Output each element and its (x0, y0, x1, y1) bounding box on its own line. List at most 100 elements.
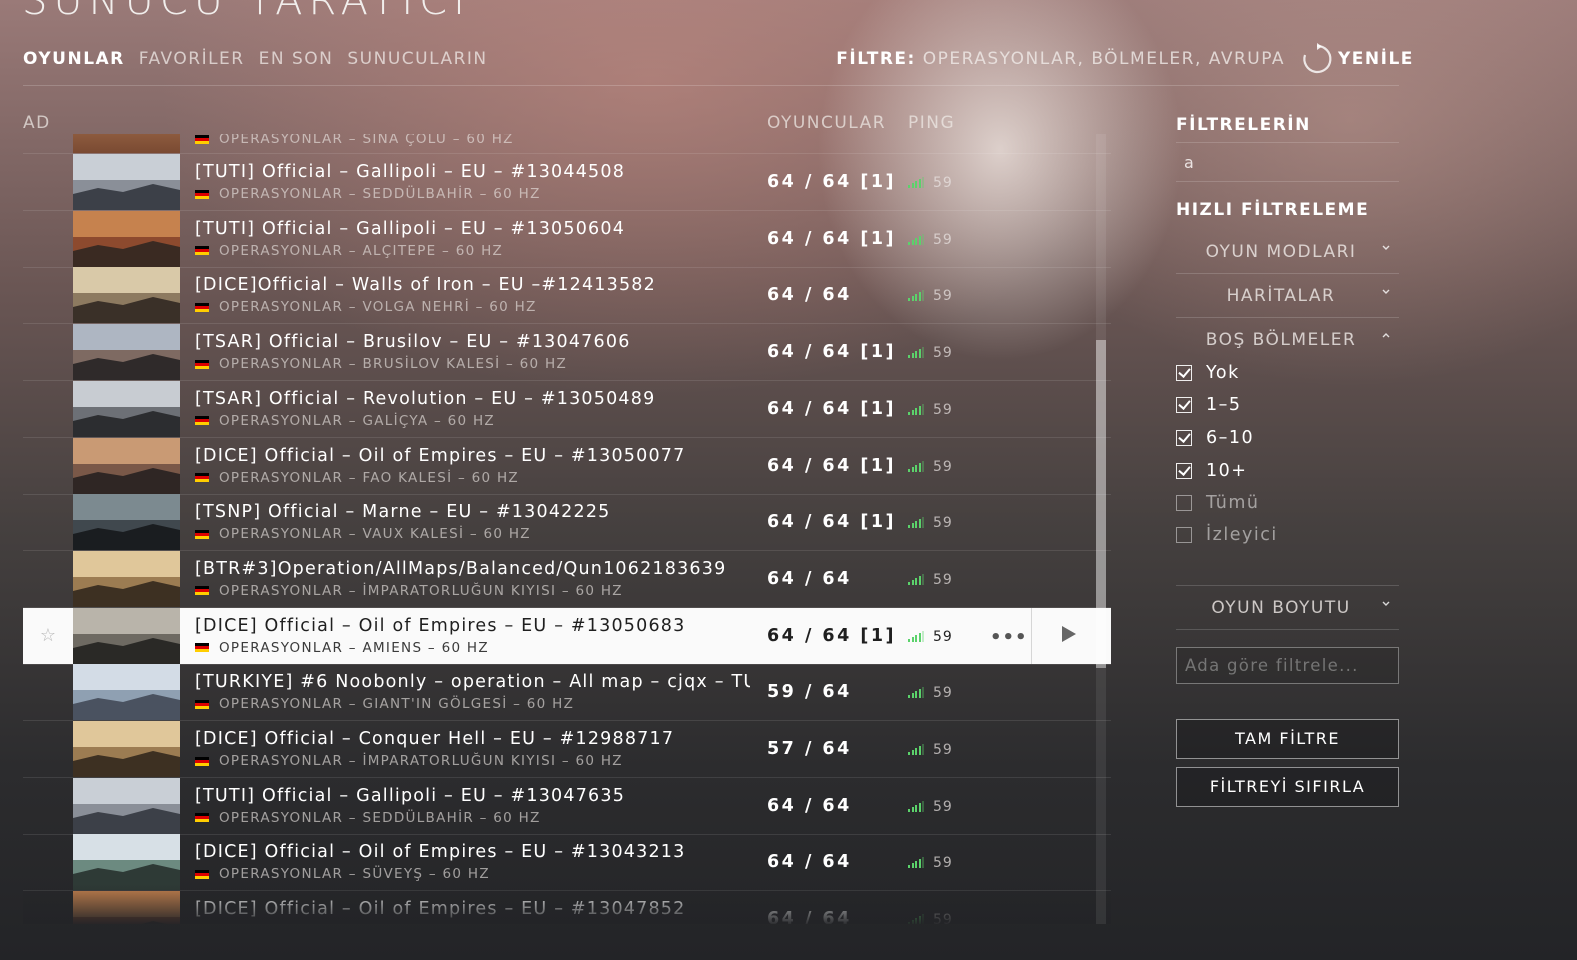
player-count: 64 / 64 [1] (767, 342, 897, 363)
server-name: [DICE] Official – Oil of Empires – EU – … (195, 615, 686, 636)
map-thumbnail (73, 607, 180, 664)
signal-bar (911, 353, 914, 359)
map-thumbnail (73, 324, 180, 381)
signal-bar (915, 804, 917, 812)
server-name: [TSNP] Official – Marne – EU – #13042225 (195, 502, 611, 523)
server-tickrate: 60 HZ (575, 753, 623, 769)
signal-bar (915, 634, 917, 642)
server-row[interactable]: [DICE] Official – Oil of Empires – EU – … (23, 437, 1111, 495)
section-game-modes[interactable]: OYUN MODLARI (1176, 230, 1399, 273)
ping-value: 59 (933, 685, 953, 702)
checkbox-spectator[interactable]: İzleyici (1176, 525, 1278, 545)
signal-bar (908, 808, 910, 812)
server-row[interactable]: [TUTI] Official – Gallipoli – EU – #1304… (23, 777, 1111, 835)
header-divider (23, 85, 1399, 86)
germany-flag-icon (195, 643, 209, 653)
tab-recent[interactable]: EN SON (259, 49, 334, 69)
server-row[interactable]: [TUTI] Official – Gallipoli – EU – #1304… (23, 154, 1111, 211)
more-options-icon[interactable]: ••• (990, 627, 1028, 648)
player-count: 64 / 64 [1] (767, 398, 897, 419)
germany-flag-icon (195, 869, 209, 879)
ping-cell: 59 (908, 459, 953, 475)
reset-filter-button[interactable]: FİLTREYİ SIFIRLA (1176, 767, 1399, 807)
player-count: 57 / 64 (767, 739, 852, 759)
signal-bar (922, 630, 924, 642)
germany-flag-icon (195, 302, 209, 312)
checkbox-10-plus[interactable]: 10+ (1176, 461, 1247, 481)
server-row-selected[interactable]: ☆ [DICE] Official – Oil of Empires – EU –… (23, 607, 1111, 665)
tab-your-servers[interactable]: SUNUCULARIN (347, 49, 487, 69)
divider (1176, 629, 1399, 630)
server-row[interactable]: [TSAR] Official – Brusilov – EU – #13047… (23, 324, 1111, 382)
ping-value: 59 (933, 855, 953, 872)
ping-cell: 59 (908, 742, 953, 758)
server-subtitle: OPERASYONLAR – SÜVEYŞ – 60 HZ (195, 866, 490, 882)
checkbox-checked-icon (1176, 463, 1192, 479)
tab-favorites[interactable]: FAVORİLER (139, 49, 245, 69)
ping-cell: 59 (908, 799, 953, 815)
scrollbar-thumb[interactable] (1096, 340, 1106, 668)
server-map: GALİÇYA (362, 412, 429, 429)
signal-bar (915, 351, 917, 359)
germany-flag-icon (195, 756, 209, 766)
refresh-button[interactable]: YENİLE (1300, 42, 1414, 76)
current-filter-query[interactable]: a (1184, 153, 1194, 172)
section-label: HARİTALAR (1226, 286, 1336, 306)
checkbox-none[interactable]: Yok (1176, 363, 1240, 383)
checkbox-6-10[interactable]: 6–10 (1176, 428, 1254, 448)
browser-tabs: OYUNLAR FAVORİLER EN SON SUNUCULARIN (23, 49, 488, 69)
server-row[interactable]: [BTR#3]Operation/AllMaps/Balanced/Qun106… (23, 550, 1111, 608)
refresh-icon (1303, 43, 1332, 74)
signal-bar (915, 464, 917, 472)
map-thumbnail (73, 550, 180, 607)
section-game-size[interactable]: OYUN BOYUTU (1176, 586, 1399, 629)
server-row[interactable]: [DICE] Official – Oil of Empires – EU – … (23, 834, 1111, 892)
signal-bar (922, 517, 924, 529)
server-mode: OPERASYONLAR (219, 412, 344, 429)
full-filter-button[interactable]: TAM FİLTRE (1176, 719, 1399, 759)
germany-flag-icon (195, 586, 209, 596)
ping-cell: 59 (908, 232, 953, 248)
server-map: İMPARATORLUĞUN KIYISI (362, 582, 557, 599)
signal-bar (915, 407, 917, 415)
server-name: [DICE] Official – Conquer Hell – EU – #1… (195, 729, 675, 749)
server-row[interactable]: [DICE] Official – Oil of Empires – EU – … (23, 891, 1111, 924)
server-row[interactable]: [DICE] Official – Conquer Hell – EU – #1… (23, 721, 1111, 778)
signal-bar (918, 689, 921, 699)
signal-strength-icon (908, 347, 924, 359)
signal-strength-icon (908, 517, 924, 529)
server-tickrate: 60 HZ (493, 186, 541, 202)
server-tickrate: 60 HZ (483, 526, 531, 543)
server-mode: OPERASYONLAR (219, 809, 344, 826)
signal-bar (911, 239, 914, 245)
join-play-icon[interactable] (1062, 625, 1076, 642)
section-maps[interactable]: HARİTALAR (1176, 274, 1399, 317)
name-filter-input[interactable] (1176, 647, 1399, 684)
server-name: [TUTI] Official – Gallipoli – EU – #1304… (195, 162, 626, 182)
section-empty-slots[interactable]: BOŞ BÖLMELER (1176, 318, 1399, 361)
map-thumbnail (73, 267, 180, 324)
server-row[interactable]: [TURKIYE] #6 Noobonly – operation – All … (23, 664, 1111, 722)
server-mode: OPERASYONLAR (219, 356, 344, 373)
server-row[interactable]: [TSNP] Official – Marne – EU – #13042225… (23, 494, 1111, 552)
signal-bar (922, 744, 924, 755)
server-subtitle: OPERASYONLAR – GIANT'IN GÖLGESİ – 60 HZ (195, 696, 574, 712)
server-row-partial[interactable]: OPERASYONLAR – SİNA ÇÖLÜ – 60 HZ (23, 134, 1111, 154)
server-row[interactable]: [TSAR] Official – Revolution – EU – #130… (23, 380, 1111, 438)
column-players-header[interactable]: OYUNCULAR (767, 113, 886, 133)
server-row[interactable]: [DICE]Official – Walls of Iron – EU –#12… (23, 267, 1111, 325)
ping-cell: 59 (908, 288, 953, 304)
checkbox-1-5[interactable]: 1–5 (1176, 395, 1242, 415)
signal-bar (911, 750, 914, 755)
tab-games[interactable]: OYUNLAR (23, 49, 125, 69)
signal-bar (908, 695, 910, 699)
server-row[interactable]: [TUTI] Official – Gallipoli – EU – #1305… (23, 210, 1111, 268)
server-map: FAO KALESİ (362, 469, 453, 486)
checkbox-all[interactable]: Tümü (1176, 493, 1260, 513)
server-map: SÜVEYŞ (362, 866, 424, 883)
favorite-star-icon[interactable]: ☆ (23, 607, 73, 664)
column-ping-header[interactable]: PING (908, 113, 955, 133)
server-subtitle: OPERASYONLAR – İMPARATORLUĞUN KIYISI – 6… (195, 753, 623, 769)
column-name-header[interactable]: AD (23, 113, 51, 133)
map-thumbnail (73, 664, 180, 721)
